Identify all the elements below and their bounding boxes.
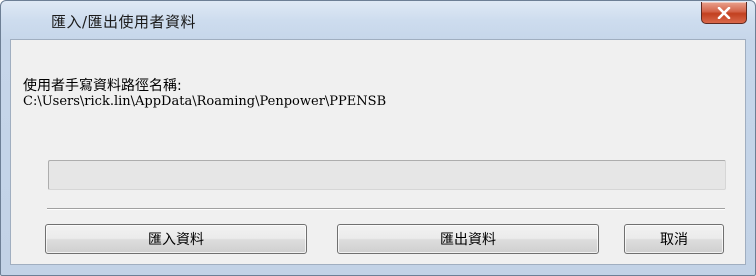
export-data-button[interactable]: 匯出資料 <box>337 224 599 254</box>
close-button[interactable] <box>701 2 747 24</box>
cancel-button[interactable]: 取消 <box>624 224 724 254</box>
progress-bar <box>48 160 726 190</box>
import-data-button[interactable]: 匯入資料 <box>45 224 307 254</box>
path-value: C:\Users\rick.lin\AppData\Roaming\Penpow… <box>23 94 387 109</box>
dialog-window: 匯入/匯出使用者資料 使用者手寫資料路徑名稱: C:\Users\rick.li… <box>0 0 756 276</box>
close-icon <box>717 6 731 19</box>
title-bar[interactable]: 匯入/匯出使用者資料 <box>1 1 755 39</box>
separator <box>47 208 725 210</box>
window-title: 匯入/匯出使用者資料 <box>51 13 197 31</box>
dialog-body: 使用者手寫資料路徑名稱: C:\Users\rick.lin\AppData\R… <box>10 39 746 265</box>
path-label: 使用者手寫資料路徑名稱: <box>23 78 182 94</box>
